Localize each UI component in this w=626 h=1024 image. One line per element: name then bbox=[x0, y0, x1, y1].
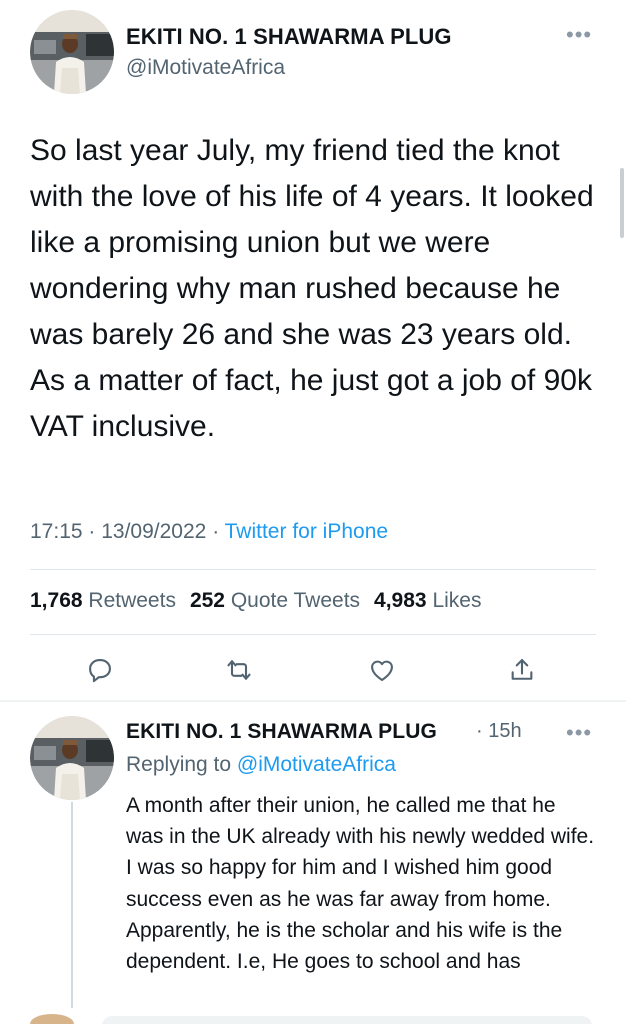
like-icon[interactable] bbox=[362, 650, 402, 690]
reply-time-value[interactable]: 15h bbox=[488, 720, 521, 742]
thread-separator bbox=[0, 700, 626, 702]
replying-prefix: Replying to bbox=[126, 753, 232, 776]
action-bar bbox=[0, 650, 626, 690]
reply-input[interactable] bbox=[102, 1016, 592, 1024]
quotes-stat[interactable]: 252 Quote Tweets bbox=[190, 589, 360, 612]
reply-author-name[interactable]: EKITI NO. 1 SHAWARMA PLUG bbox=[126, 720, 437, 744]
tweet-text: So last year July, my friend tied the kn… bbox=[30, 134, 594, 443]
likes-stat[interactable]: 4,983 Likes bbox=[374, 589, 481, 612]
ellipsis-icon[interactable]: ••• bbox=[566, 24, 592, 46]
quotes-label: Quote Tweets bbox=[230, 589, 361, 612]
divider bbox=[30, 569, 596, 570]
retweet-icon[interactable] bbox=[219, 650, 259, 690]
tweet-source[interactable]: Twitter for iPhone bbox=[225, 520, 388, 543]
share-icon[interactable] bbox=[502, 650, 542, 690]
main-tweet: EKITI NO. 1 SHAWARMA PLUG @iMotivateAfri… bbox=[0, 0, 626, 702]
reply-text: A month after their union, he called me … bbox=[126, 794, 595, 974]
quotes-count: 252 bbox=[189, 589, 225, 612]
tweet-date: 13/09/2022 bbox=[101, 520, 207, 543]
divider bbox=[30, 634, 596, 635]
retweets-label: Retweets bbox=[88, 589, 176, 612]
reply-time: · 15h bbox=[476, 720, 522, 743]
author-avatar[interactable] bbox=[30, 10, 114, 94]
replying-mention[interactable]: @iMotivateAfrica bbox=[237, 753, 396, 776]
retweets-count: 1,768 bbox=[30, 589, 83, 612]
tweet-meta: 17:15 · 13/09/2022 · Twitter for iPhone bbox=[30, 520, 388, 544]
retweets-stat[interactable]: 1,768 Retweets bbox=[30, 589, 176, 612]
thread-line bbox=[71, 802, 73, 1024]
meta-separator: · bbox=[88, 520, 102, 543]
author-handle[interactable]: @iMotivateAfrica bbox=[126, 56, 285, 80]
tweet-time: 17:15 bbox=[30, 520, 83, 543]
author-name[interactable]: EKITI NO. 1 SHAWARMA PLUG bbox=[126, 24, 452, 50]
scrollbar[interactable] bbox=[620, 168, 624, 238]
likes-count: 4,983 bbox=[374, 589, 427, 612]
reply-author-avatar[interactable] bbox=[30, 716, 114, 800]
meta-separator: · bbox=[212, 520, 225, 543]
tweet-stats: 1,768 Retweets 252 Quote Tweets 4,983 Like… bbox=[30, 589, 481, 613]
reply-icon[interactable] bbox=[80, 650, 120, 690]
likes-label: Likes bbox=[432, 589, 482, 612]
replying-to: Replying to @iMotivateAfrica bbox=[126, 753, 396, 777]
ellipsis-icon[interactable]: ••• bbox=[566, 722, 592, 744]
time-separator: · bbox=[476, 720, 489, 742]
